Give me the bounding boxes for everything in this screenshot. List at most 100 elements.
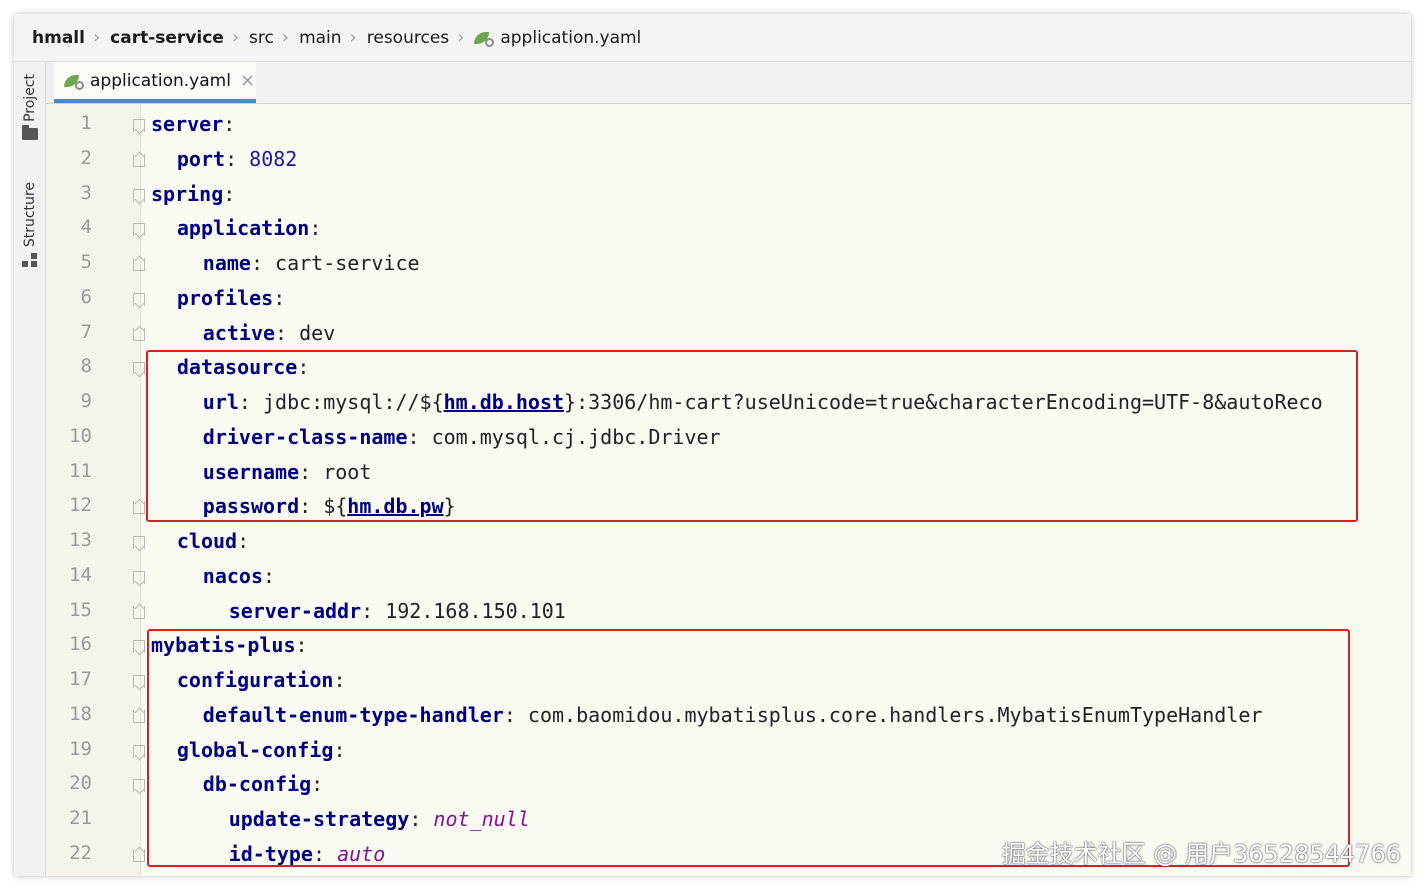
fold-expanded-icon[interactable] xyxy=(133,119,145,132)
gutter-divider xyxy=(140,104,141,876)
close-icon[interactable]: × xyxy=(240,71,255,90)
fold-end-icon[interactable] xyxy=(133,501,145,515)
fold-end-icon[interactable] xyxy=(133,848,145,862)
fold-expanded-icon[interactable] xyxy=(133,536,145,549)
line-number: 14 xyxy=(69,563,92,586)
breadcrumb-label: resources xyxy=(366,27,450,48)
code-token: application xyxy=(176,216,310,241)
fold-expanded-icon[interactable] xyxy=(133,779,145,793)
line-number: 17 xyxy=(69,668,92,690)
breadcrumb-item[interactable]: application.yaml xyxy=(474,28,641,48)
code-token: 8082 xyxy=(249,146,298,171)
fold-expanded-icon[interactable] xyxy=(133,640,145,654)
code-token: spring xyxy=(151,181,224,206)
fold-expanded-icon[interactable] xyxy=(133,292,145,306)
code-line[interactable]: application: xyxy=(177,211,322,245)
tab-label: application.yaml xyxy=(90,70,231,91)
chevron-right-icon: › xyxy=(281,27,290,48)
fold-expanded-icon[interactable] xyxy=(133,570,145,584)
code-token: : xyxy=(273,285,286,310)
line-number: 13 xyxy=(69,529,92,551)
line-number: 21 xyxy=(69,807,92,829)
line-number: 15 xyxy=(69,598,92,621)
code-line[interactable]: active: dev xyxy=(203,316,335,350)
code-token: active xyxy=(202,320,276,345)
fold-expanded-icon[interactable] xyxy=(133,188,145,202)
breadcrumb-item[interactable]: src › xyxy=(249,27,299,48)
code-token: : xyxy=(225,146,250,171)
line-number: 12 xyxy=(69,494,92,517)
breadcrumb-label: application.yaml xyxy=(500,27,642,48)
breadcrumb-item[interactable]: main › xyxy=(299,27,367,48)
code-line[interactable]: port: 8082 xyxy=(177,142,297,176)
code-line[interactable]: profiles: xyxy=(177,281,285,315)
code-line[interactable]: nacos: xyxy=(203,559,275,593)
line-number: 20 xyxy=(69,772,92,795)
mybatis-plus-highlight-box xyxy=(147,629,1350,867)
line-number: 3 xyxy=(80,181,92,204)
line-number: 19 xyxy=(69,737,92,760)
code-token: name xyxy=(202,251,251,275)
code-line[interactable]: cloud: xyxy=(177,524,249,558)
line-number: 11 xyxy=(69,459,92,482)
line-number: 4 xyxy=(80,216,92,239)
yaml-file-icon xyxy=(474,29,495,47)
code-token: cloud xyxy=(176,529,238,553)
fold-expanded-icon[interactable] xyxy=(133,675,145,688)
line-number: 8 xyxy=(80,355,92,378)
code-line[interactable]: name: cart-service xyxy=(203,246,420,280)
breadcrumb: hmall › cart-service › src › main › resources › ap… xyxy=(14,14,1411,62)
code-token: : 192.168.150.101 xyxy=(361,598,566,623)
project-tool-tab[interactable]: Project xyxy=(16,74,44,140)
code-token: : dev xyxy=(275,320,336,345)
breadcrumb-label: src xyxy=(249,27,274,48)
line-number: 1 xyxy=(80,112,92,134)
fold-end-icon[interactable] xyxy=(133,153,145,167)
breadcrumb-label: main xyxy=(299,27,342,48)
code-token: server-addr xyxy=(228,598,362,623)
code-token: : xyxy=(309,216,322,241)
chevron-right-icon: › xyxy=(92,27,101,48)
ide-window: hmall › cart-service › src › main › resources › ap… xyxy=(14,14,1411,876)
fold-expanded-icon[interactable] xyxy=(133,223,145,237)
structure-tool-tab[interactable]: Structure xyxy=(16,182,44,268)
folder-icon xyxy=(22,124,38,140)
line-number: 18 xyxy=(69,702,92,725)
datasource-highlight-box xyxy=(146,350,1358,522)
line-number: 6 xyxy=(80,285,92,308)
code-token: port xyxy=(176,146,226,171)
chevron-right-icon: › xyxy=(231,27,240,48)
line-number: 10 xyxy=(69,424,92,447)
line-number: 2 xyxy=(80,146,92,169)
code-token: : xyxy=(223,112,236,136)
code-token: : xyxy=(223,181,236,206)
breadcrumb-item[interactable]: cart-service › xyxy=(110,27,249,48)
breadcrumb-item[interactable]: hmall › xyxy=(32,27,110,48)
line-number: 9 xyxy=(80,390,92,412)
line-number: 5 xyxy=(80,251,92,273)
breadcrumb-label: cart-service xyxy=(110,27,224,48)
line-number: 16 xyxy=(69,633,92,656)
fold-end-icon[interactable] xyxy=(133,605,145,619)
breadcrumb-item[interactable]: resources › xyxy=(367,27,475,48)
code-token: nacos xyxy=(202,563,264,588)
yaml-file-icon xyxy=(64,72,84,90)
code-line[interactable]: server: xyxy=(151,107,235,141)
code-token: : cart-service xyxy=(250,251,420,275)
code-line[interactable]: spring: xyxy=(151,177,235,211)
structure-icon xyxy=(22,253,38,268)
fold-expanded-icon[interactable] xyxy=(133,362,145,376)
fold-expanded-icon[interactable] xyxy=(133,744,145,758)
fold-end-icon[interactable] xyxy=(133,709,145,723)
code-token: profiles xyxy=(176,285,274,310)
fold-end-icon[interactable] xyxy=(133,258,145,271)
code-line[interactable]: server-addr: 192.168.150.101 xyxy=(229,594,566,628)
tool-window-strip: Project Structure xyxy=(14,62,46,876)
tab-application-yaml[interactable]: application.yaml × xyxy=(54,62,256,103)
fold-end-icon[interactable] xyxy=(133,327,145,341)
chevron-right-icon: › xyxy=(457,27,465,48)
project-tool-label: Project xyxy=(22,74,38,122)
code-token: : xyxy=(237,529,250,553)
code-token: : xyxy=(263,563,276,588)
chevron-right-icon: › xyxy=(349,27,357,48)
